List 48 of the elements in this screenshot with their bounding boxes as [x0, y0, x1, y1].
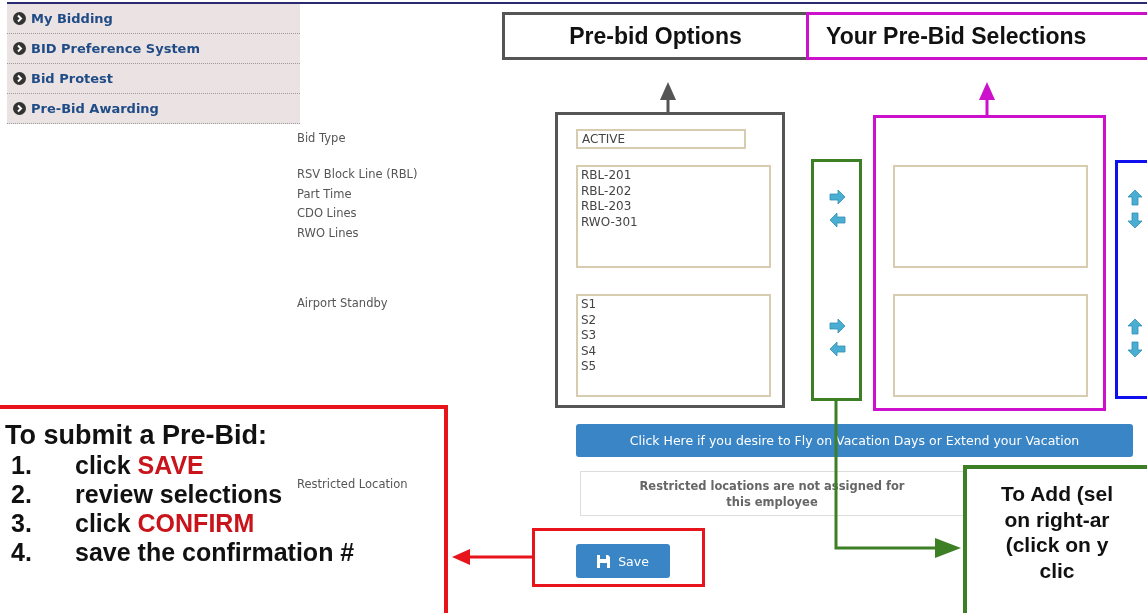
- sidebar-link[interactable]: Bid Protest: [7, 64, 300, 94]
- field-label: Restricted Location: [297, 476, 409, 493]
- step-number: 4.: [10, 538, 33, 567]
- bid-type-field[interactable]: ACTIVE: [576, 129, 746, 149]
- selections-heading: Your Pre-Bid Selections: [806, 12, 1147, 60]
- field-label: Part Time: [297, 185, 353, 203]
- list-option[interactable]: S5: [581, 359, 766, 375]
- callout-text: clic: [1038, 557, 1076, 583]
- sidebar-link[interactable]: BID Preference System: [7, 34, 300, 64]
- step-number: 3.: [10, 509, 33, 538]
- field-label: Bid Type: [297, 130, 347, 147]
- callout-text: (click on y: [1004, 532, 1110, 558]
- callout-text: on right-ar: [1003, 506, 1111, 532]
- callout-text: To Add (sel: [1000, 481, 1114, 507]
- bullet-icon: [13, 102, 26, 115]
- list-option[interactable]: S1: [581, 297, 766, 313]
- step-number: 1.: [10, 451, 33, 480]
- bullet-icon: [13, 12, 26, 25]
- options-list[interactable]: RBL-201 RBL-202 RBL-203 RWO-301: [576, 165, 771, 268]
- step-text: save the confirmation #: [75, 538, 355, 567]
- sidebar-link[interactable]: Pre-Bid Awarding: [7, 94, 300, 124]
- list-option[interactable]: RBL-202: [581, 183, 766, 199]
- bullet-icon: [13, 72, 26, 85]
- vacation-button[interactable]: Click Here if you desire to Fly on Vacation Days or Extend your Vacation: [576, 424, 1133, 457]
- list-option[interactable]: S4: [581, 343, 766, 359]
- callout-title: To submit a Pre-Bid:: [5, 419, 268, 451]
- list-option[interactable]: RWO-301: [581, 214, 766, 230]
- pointer-arrow: [660, 82, 676, 112]
- field-label: RWO Lines: [297, 224, 360, 242]
- sidebar-link[interactable]: My Bidding: [7, 4, 300, 34]
- list-option[interactable]: S3: [581, 328, 766, 344]
- options-heading: Pre-bid Options: [502, 12, 809, 60]
- bullet-icon: [13, 42, 26, 55]
- step-text: click CONFIRM: [75, 509, 255, 538]
- list-option[interactable]: RBL-201: [581, 168, 766, 184]
- options-list[interactable]: S1 S2 S3 S4 S5: [576, 294, 771, 397]
- step-text: click SAVE: [75, 451, 204, 480]
- step-text: review selections: [75, 480, 283, 509]
- list-option[interactable]: S2: [581, 312, 766, 328]
- pointer-arrow: [979, 82, 995, 115]
- step-number: 2.: [10, 480, 33, 509]
- selection-list[interactable]: [893, 294, 1088, 397]
- field-label: Airport Standby: [297, 295, 389, 312]
- selection-list[interactable]: [893, 165, 1088, 268]
- list-option[interactable]: RBL-203: [581, 199, 766, 215]
- save-button[interactable]: Save: [576, 544, 670, 578]
- field-label: RSV Block Line (RBL): [297, 166, 419, 183]
- field-label: CDO Lines: [297, 205, 358, 222]
